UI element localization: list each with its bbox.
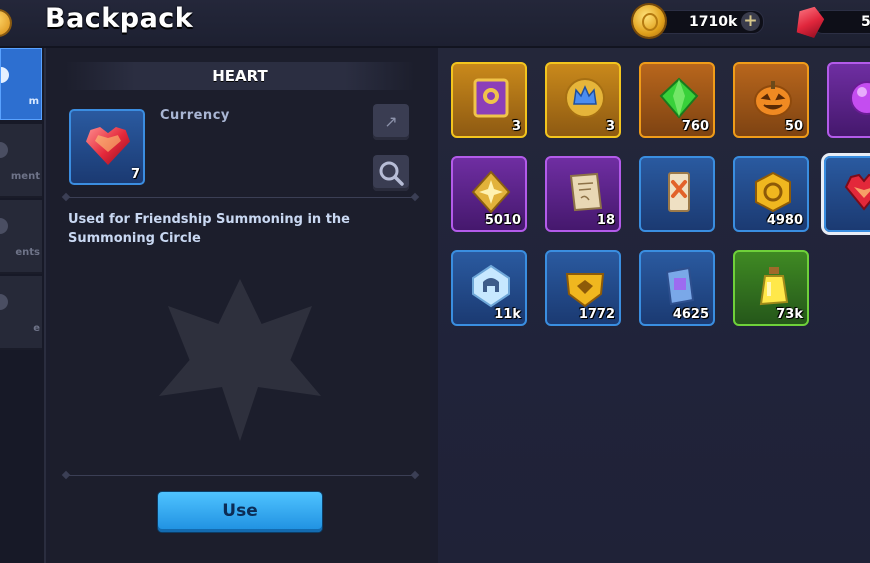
item-quantity: 3 <box>605 119 615 134</box>
item-quantity: 4980 <box>766 213 803 228</box>
orb-icon <box>850 81 870 115</box>
item-quantity: 760 <box>681 119 709 134</box>
green-gem-icon <box>659 77 699 119</box>
item-quantity: 50 <box>784 119 803 134</box>
inventory-slot-heart[interactable] <box>824 156 870 232</box>
potion-icon <box>759 267 789 306</box>
inventory-slot-pumpkin[interactable]: 50 <box>733 62 809 138</box>
blue-ticket-icon <box>665 266 695 306</box>
inspect-button[interactable] <box>373 155 409 191</box>
inventory-slot-gold-star-token[interactable]: 5010 <box>451 156 527 232</box>
tab-label: ents <box>15 247 40 258</box>
ticket-icon <box>668 172 690 212</box>
divider <box>66 197 416 198</box>
shield-token-icon <box>565 273 605 308</box>
category-tab-rail: m ment ents e <box>0 48 46 563</box>
gold-coin-icon <box>633 5 665 37</box>
item-quantity: 4625 <box>672 307 709 322</box>
inventory-slot-gold-hex-token[interactable]: 4980 <box>733 156 809 232</box>
inventory-slot-green-gem[interactable]: 760 <box>639 62 715 138</box>
item-category: Currency <box>160 108 230 123</box>
inventory-slot-spellbook[interactable]: 3 <box>451 62 527 138</box>
page-title: Backpack <box>45 3 194 34</box>
pumpkin-icon <box>754 81 792 117</box>
selected-item-icon: 7 <box>69 109 145 185</box>
misc-tab-icon <box>0 294 8 310</box>
selected-item-quantity: 7 <box>130 167 140 182</box>
inventory-slot-blue-ticket[interactable]: 4625 <box>639 250 715 326</box>
tab-equipment[interactable]: ment <box>0 124 42 198</box>
heart-icon <box>844 173 870 211</box>
add-gold-button[interactable]: + <box>741 12 760 31</box>
fragments-tab-icon <box>0 218 8 234</box>
item-quantity: 3 <box>511 119 521 134</box>
inventory-slot-crown-badge[interactable]: 3 <box>545 62 621 138</box>
inventory-slot-helmet-crystal[interactable]: 11k <box>451 250 527 326</box>
watermark-emblem <box>159 279 321 441</box>
back-icon[interactable] <box>0 11 10 35</box>
item-name: HEART <box>65 62 415 90</box>
item-description: Used for Friendship Summoning in the Sum… <box>68 212 351 246</box>
item-quantity: 73k <box>776 307 803 322</box>
inventory-slot-yellow-potion[interactable]: 73k <box>733 250 809 326</box>
scroll-icon <box>569 172 603 212</box>
star-token-icon <box>471 170 511 214</box>
tab-items[interactable]: m <box>0 48 42 120</box>
hex-token-icon <box>755 171 791 213</box>
inventory-slot-scroll[interactable]: 18 <box>545 156 621 232</box>
tab-label: e <box>33 323 40 334</box>
item-quantity: 1772 <box>578 307 615 322</box>
equipment-tab-icon <box>0 142 8 158</box>
tab-label: ment <box>10 171 40 182</box>
heart-icon <box>86 127 130 165</box>
share-icon: ↗ <box>384 112 398 131</box>
share-button[interactable]: ↗ <box>373 104 409 140</box>
inventory-slot-purple-orb[interactable] <box>827 62 870 138</box>
use-button[interactable]: Use <box>158 492 322 532</box>
gold-amount: 1710k <box>689 14 738 30</box>
top-bar: Backpack 1710k + 5 <box>0 0 870 48</box>
item-quantity: 18 <box>596 213 615 228</box>
magnifier-icon <box>379 161 404 186</box>
inventory-slot-ticket[interactable] <box>639 156 715 232</box>
tab-fragments[interactable]: ents <box>0 200 42 274</box>
inventory-slot-gold-shield-token[interactable]: 1772 <box>545 250 621 326</box>
item-quantity: 11k <box>494 307 521 322</box>
tab-misc[interactable]: e <box>0 276 42 350</box>
divider <box>66 475 416 476</box>
gem-amount: 5 <box>861 14 870 30</box>
book-icon <box>473 78 509 118</box>
item-quantity: 5010 <box>484 213 521 228</box>
items-tab-icon <box>1 67 9 83</box>
crown-icon <box>565 78 605 118</box>
tab-label: m <box>28 96 39 107</box>
helmet-crystal-icon <box>472 264 510 308</box>
